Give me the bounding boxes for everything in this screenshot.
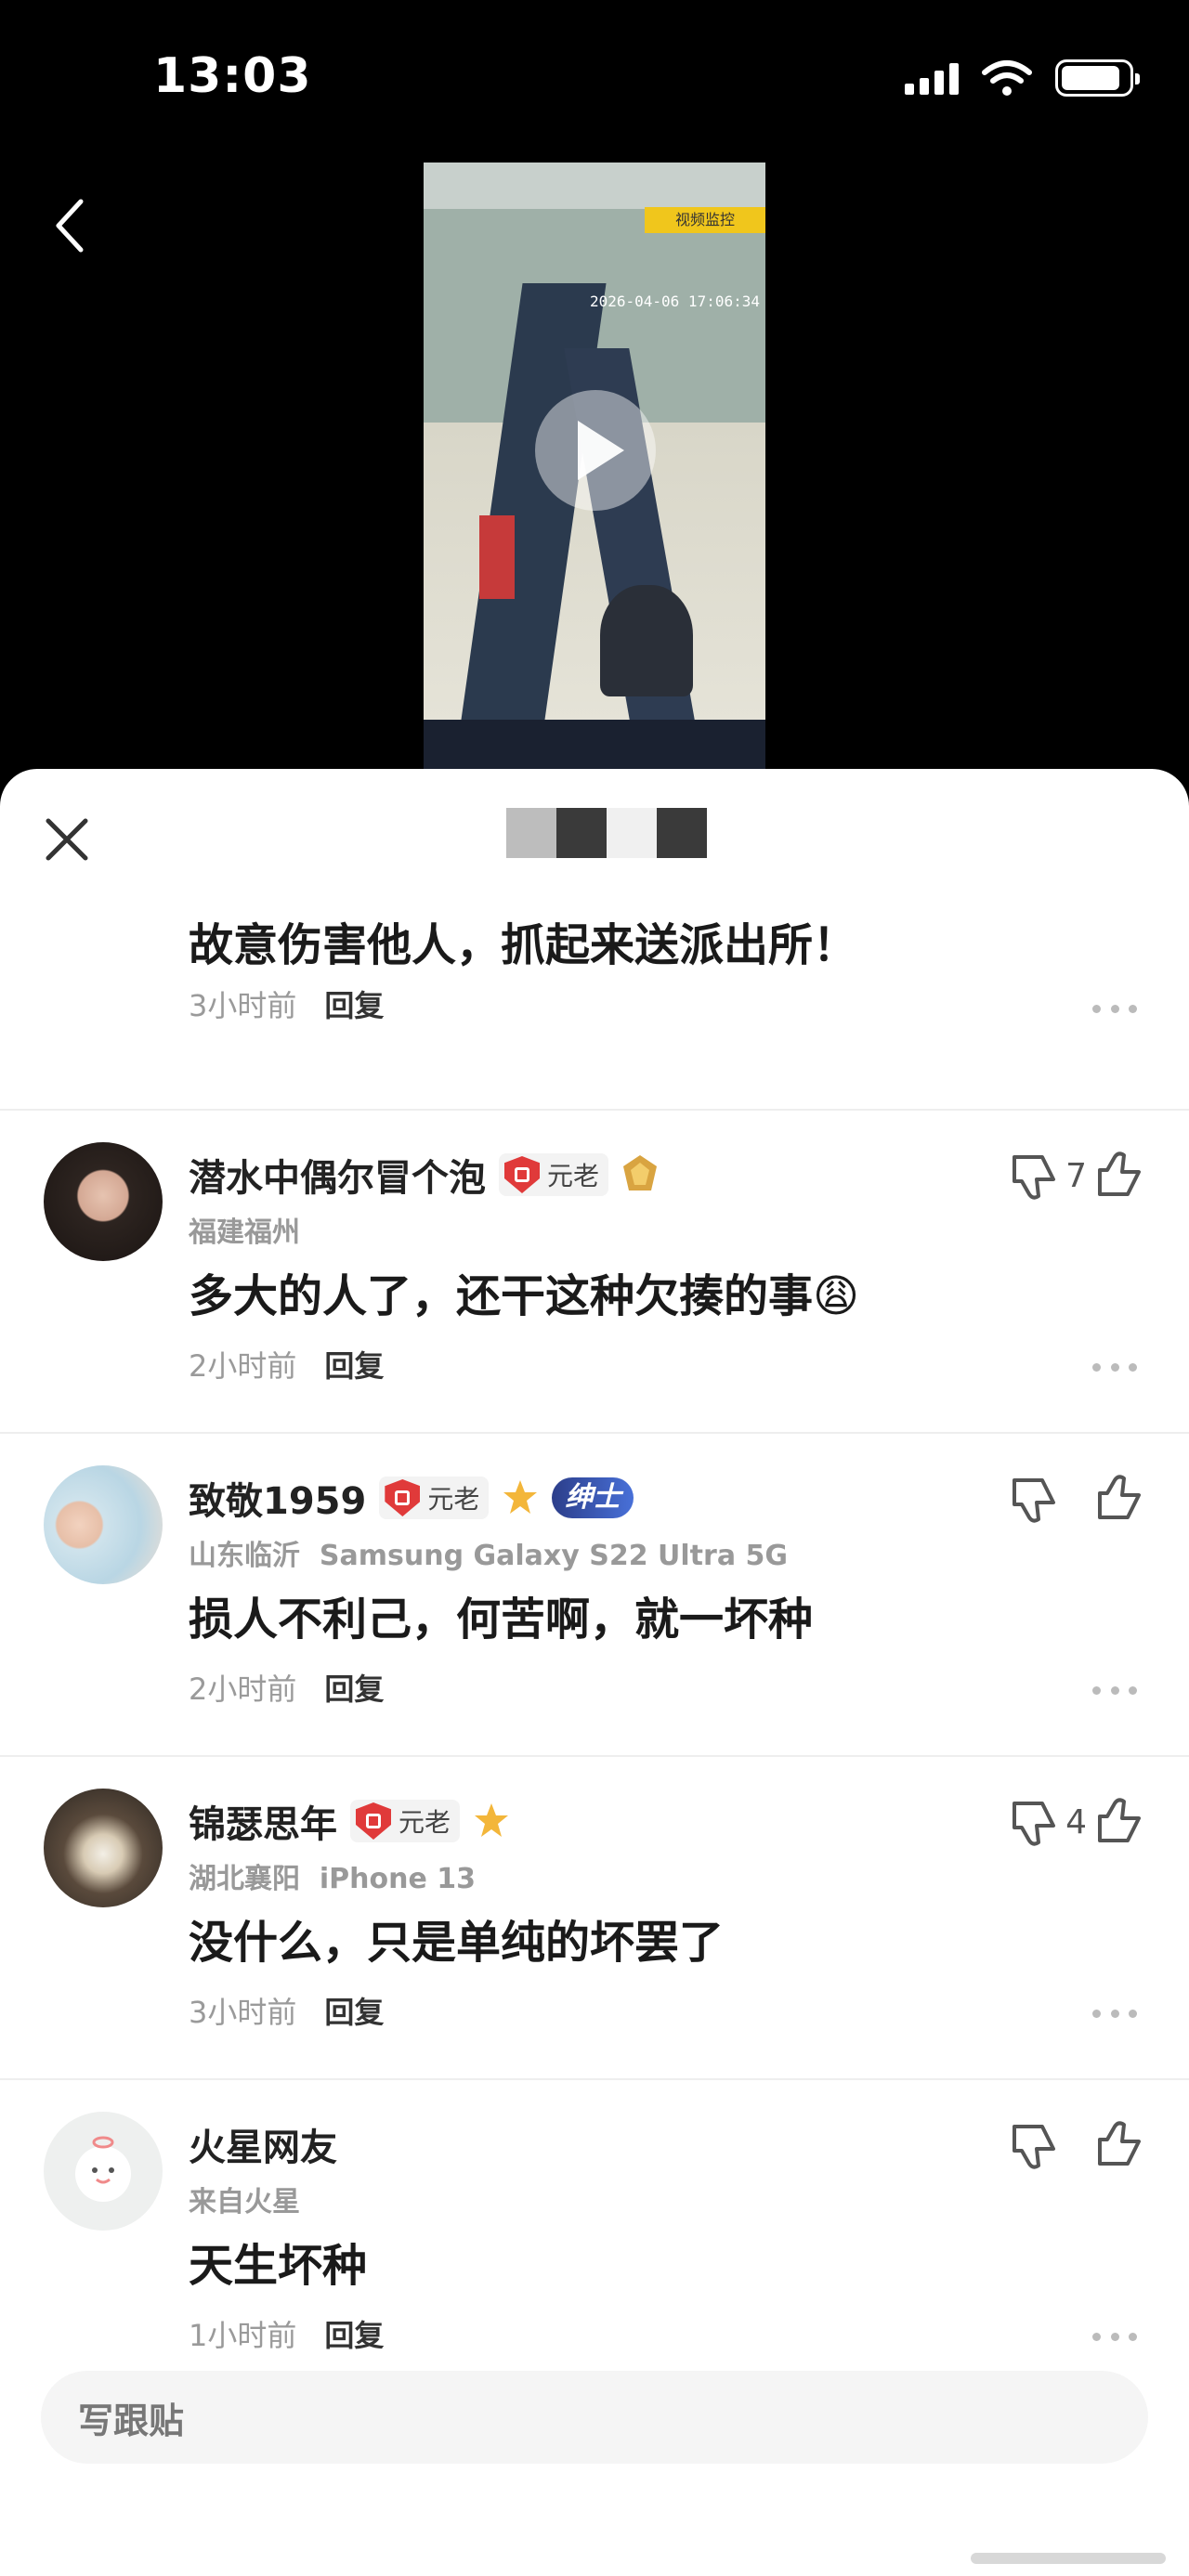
more-icon[interactable] [1092,1005,1137,1016]
comments-sheet: 故意伤害他人，抓起来送派出所！ 3小时前 回复 潜水中偶尔冒个泡 元老 福建福州… [0,769,1189,2576]
play-button[interactable] [535,390,656,511]
thumbs-up-icon[interactable] [1092,1471,1144,1523]
thumbs-down-icon[interactable] [1007,2121,1059,2173]
comment-time: 3小时前 [189,1995,297,2030]
video-overlay-tag: 视频监控 [645,207,765,233]
veteran-badge: 元老 [499,1153,609,1196]
status-time: 13:03 [153,48,312,104]
comment-meta: 山东临沂 Samsung Galaxy S22 Ultra 5G [189,1540,789,1572]
person-figure [600,585,693,696]
avatar[interactable] [44,1142,163,1261]
status-icons [905,59,1140,97]
comment-footer: 2小时前 回复 [189,1666,384,1709]
comment-meta: 湖北襄阳 iPhone 13 [189,1863,477,1895]
video-timestamp: 2026-04-06 17:06:34 [589,293,760,310]
avatar[interactable] [44,2112,163,2231]
comment-footer: 3小时前 回复 [189,982,384,1025]
comment-content: 损人不利己，何苦啊，就一坏种 [189,1594,814,1646]
thumbs-down-icon[interactable] [1007,1798,1059,1850]
comment-header: 锦瑟思年 元老 [189,1794,510,1848]
thumbs-down-icon[interactable] [1007,1475,1059,1527]
comment-content: 多大的人了，还干这种欠揍的事😩 [189,1270,860,1322]
comment-time: 2小时前 [189,1348,297,1384]
like-count: 7 [1065,1157,1087,1195]
device-name: iPhone 13 [319,1863,477,1895]
comment-location: 来自火星 [189,2186,300,2218]
thumbs-up-icon[interactable] [1092,1794,1144,1846]
username[interactable]: 潜水中偶尔冒个泡 [189,1148,486,1202]
comment-item: 故意伤害他人，抓起来送派出所！ 3小时前 回复 [0,908,1189,1111]
reply-button[interactable]: 回复 [324,1989,384,2032]
comment-header: 火星网友 [189,2117,337,2171]
like-count: 4 [1065,1803,1087,1841]
comment-content: 故意伤害他人，抓起来送派出所！ [189,919,858,971]
shield-icon [356,1802,391,1840]
comment-item: 锦瑟思年 元老 湖北襄阳 iPhone 13 4 没什么，只是单纯的坏罢了 3小… [0,1757,1189,2080]
play-icon [578,421,624,480]
more-icon[interactable] [1092,1363,1137,1374]
star-medal-icon [503,1480,538,1514]
username[interactable]: 火星网友 [189,2117,337,2171]
more-icon[interactable] [1092,2010,1137,2021]
comment-footer: 2小时前 回复 [189,1343,384,1386]
red-sign [479,515,515,599]
thumbs-up-icon[interactable] [1092,1148,1144,1200]
comment-item: 致敬1959 元老 绅士 山东临沂 Samsung Galaxy S22 Ult… [0,1434,1189,1757]
more-icon[interactable] [1092,2333,1137,2344]
comment-location: 福建福州 [189,1216,300,1249]
reply-button[interactable]: 回复 [324,2312,384,2355]
reply-button[interactable]: 回复 [324,1343,384,1386]
video-frame-bar [424,163,765,209]
back-button[interactable] [45,193,93,258]
cellular-signal-icon [905,61,959,95]
thumbs-up-icon[interactable] [1092,2117,1144,2169]
device-name: Samsung Galaxy S22 Ultra 5G [319,1540,789,1572]
default-avatar-icon [75,2136,131,2202]
comment-footer: 3小时前 回复 [189,1989,384,2032]
comment-item: 潜水中偶尔冒个泡 元老 福建福州 7 多大的人了，还干这种欠揍的事😩 2小时前 … [0,1111,1189,1434]
username[interactable]: 锦瑟思年 [189,1794,337,1848]
wifi-icon [982,60,1032,96]
comment-header: 潜水中偶尔冒个泡 元老 [189,1148,659,1202]
comment-footer: 1小时前 回复 [189,2312,384,2355]
compose-input[interactable]: 写跟贴 [41,2371,1148,2464]
battery-icon [1055,59,1140,97]
close-icon[interactable] [41,813,93,865]
comment-item: 火星网友 来自火星 天生坏种 1小时前 回复 [0,2080,1189,2414]
veteran-badge: 元老 [379,1477,490,1519]
gentleman-tag: 绅士 [552,1477,634,1518]
comment-time: 3小时前 [189,988,297,1023]
comment-content: 没什么，只是单纯的坏罢了 [189,1917,725,1969]
video-controls-bar [424,720,765,771]
comment-header: 致敬1959 元老 绅士 [189,1471,634,1525]
more-icon[interactable] [1092,1686,1137,1698]
star-medal-icon [475,1803,509,1837]
veteran-badge: 元老 [350,1800,461,1842]
reply-button[interactable]: 回复 [324,982,384,1025]
home-indicator [971,2553,1166,2564]
avatar[interactable] [44,1789,163,1907]
app-screen: 13:03 视频监控 2026-04-06 17:06:34 故意伤害他人，抓起… [0,0,1189,2576]
compose-placeholder: 写跟贴 [78,2400,185,2441]
comment-time: 2小时前 [189,1672,297,1707]
video-player[interactable]: 视频监控 2026-04-06 17:06:34 [424,163,765,771]
thumbs-down-icon[interactable] [1007,1151,1059,1203]
shield-icon [504,1156,540,1193]
username[interactable]: 致敬1959 [189,1471,366,1525]
chevron-left-icon [56,199,84,253]
shield-icon [385,1479,421,1516]
sheet-title-mosaic [506,808,707,858]
avatar[interactable] [44,1465,163,1584]
comment-time: 1小时前 [189,2318,297,2353]
comment-content: 天生坏种 [189,2240,368,2292]
reply-button[interactable]: 回复 [324,1666,384,1709]
gold-medal-icon [623,1155,658,1190]
